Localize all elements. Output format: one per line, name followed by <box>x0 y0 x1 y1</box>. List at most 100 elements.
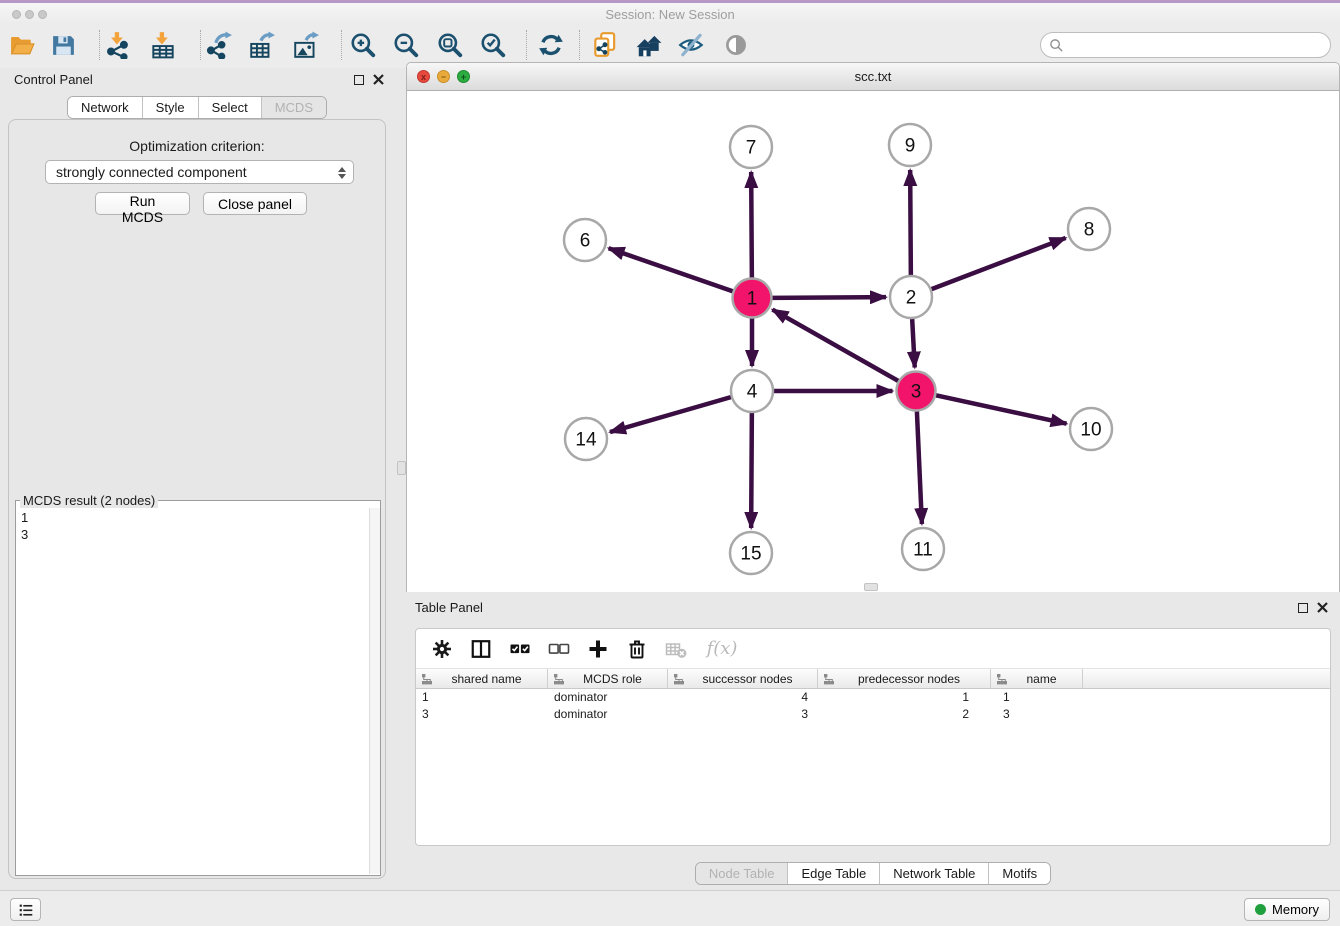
show-columns-button[interactable] <box>469 637 493 661</box>
search-input[interactable] <box>1069 35 1322 55</box>
export-table-icon <box>248 31 276 59</box>
tab-node-table[interactable]: Node Table <box>696 863 788 884</box>
tab-style[interactable]: Style <box>142 97 198 118</box>
table-cell-name[interactable]: 3 <box>991 706 1083 723</box>
show-all-button[interactable] <box>719 28 753 62</box>
delete-columns-button[interactable] <box>625 637 649 661</box>
create-column-button[interactable] <box>586 637 610 661</box>
run-mcds-button[interactable]: Run MCDS <box>95 192 190 215</box>
close-panel-button[interactable]: Close panel <box>203 192 307 215</box>
node-4[interactable]: 4 <box>731 370 773 412</box>
table-cell-successor-nodes[interactable]: 4 <box>668 689 818 706</box>
zoom-selected-button[interactable] <box>476 28 510 62</box>
clone-network-button[interactable] <box>588 28 622 62</box>
horizontal-splitter-handle[interactable] <box>864 583 878 591</box>
control-panel-float-button[interactable] <box>354 75 364 85</box>
export-network-button[interactable] <box>202 28 236 62</box>
application-window: { "app": { "title": "Session: New Sessio… <box>0 0 1340 926</box>
column-header-predecessor-nodes[interactable]: predecessor nodes <box>818 669 991 688</box>
save-session-button[interactable] <box>46 28 80 62</box>
network-zoom-button[interactable]: + <box>457 70 470 83</box>
edge-3-10[interactable] <box>936 395 1067 423</box>
first-neighbors-button[interactable] <box>632 28 666 62</box>
unselect-all-columns-button[interactable] <box>547 637 571 661</box>
import-table-button[interactable] <box>146 28 180 62</box>
network-canvas[interactable]: 7 9 6 8 1 2 4 3 14 10 15 11 <box>407 91 1339 592</box>
column-header-MCDS-role[interactable]: MCDS role <box>548 669 668 688</box>
node-11[interactable]: 11 <box>902 528 944 570</box>
table-cell-MCDS-role[interactable]: dominator <box>548 706 668 723</box>
column-header-name[interactable]: name <box>991 669 1083 688</box>
unchecked-boxes-icon <box>547 637 571 661</box>
delete-table-button[interactable] <box>664 637 688 661</box>
table-row[interactable]: 1dominator411 <box>416 689 1330 706</box>
import-network-button[interactable] <box>101 28 135 62</box>
export-image-button[interactable] <box>289 28 323 62</box>
memory-button[interactable]: Memory <box>1244 898 1330 921</box>
result-scrollbar[interactable] <box>369 508 380 874</box>
node-3[interactable]: 3 <box>897 372 936 411</box>
node-7[interactable]: 7 <box>730 126 772 168</box>
node-6[interactable]: 6 <box>564 219 606 261</box>
network-close-button[interactable]: x <box>417 70 430 83</box>
select-all-columns-button[interactable] <box>508 637 532 661</box>
vertical-splitter-handle[interactable] <box>397 461 406 475</box>
tab-network-table[interactable]: Network Table <box>879 863 988 884</box>
edge-3-11[interactable] <box>917 411 922 524</box>
optimization-criterion-dropdown[interactable]: strongly connected component <box>45 160 354 184</box>
tab-mcds[interactable]: MCDS <box>261 97 326 118</box>
node-14[interactable]: 14 <box>565 418 607 460</box>
tab-edge-table[interactable]: Edge Table <box>787 863 879 884</box>
column-type-icon <box>823 673 835 685</box>
status-menu-button[interactable] <box>10 898 41 921</box>
function-builder-button[interactable]: f(x) <box>703 637 741 661</box>
node-table: f(x) shared nameMCDS rolesuccessor nodes… <box>415 628 1331 846</box>
column-header-successor-nodes[interactable]: successor nodes <box>668 669 818 688</box>
table-cell-shared-name[interactable]: 1 <box>416 689 548 706</box>
toolbar-separator <box>526 30 527 60</box>
control-panel-close-button[interactable] <box>373 74 384 85</box>
node-8[interactable]: 8 <box>1068 208 1110 250</box>
table-panel-title: Table Panel <box>415 600 483 615</box>
zoom-in-button[interactable] <box>346 28 380 62</box>
edge-1-7[interactable] <box>751 172 752 278</box>
table-panel-close-button[interactable] <box>1317 602 1328 613</box>
table-toolbar: f(x) <box>416 629 1330 669</box>
tab-select[interactable]: Select <box>198 97 261 118</box>
edge-4-14[interactable] <box>610 397 731 432</box>
edge-1-2[interactable] <box>772 297 886 298</box>
column-header-shared-name[interactable]: shared name <box>416 669 548 688</box>
edge-4-15[interactable] <box>751 413 752 528</box>
table-cell-shared-name[interactable]: 3 <box>416 706 548 723</box>
node-1[interactable]: 1 <box>733 279 772 318</box>
zoom-out-button[interactable] <box>389 28 423 62</box>
edge-2-3[interactable] <box>912 319 915 368</box>
table-cell-MCDS-role[interactable]: dominator <box>548 689 668 706</box>
export-table-button[interactable] <box>245 28 279 62</box>
table-cell-predecessor-nodes[interactable]: 1 <box>818 689 991 706</box>
app-title-bar: Session: New Session <box>0 0 1340 22</box>
table-options-button[interactable] <box>430 637 454 661</box>
node-2[interactable]: 2 <box>890 276 932 318</box>
node-15[interactable]: 15 <box>730 532 772 574</box>
node-10[interactable]: 10 <box>1070 408 1112 450</box>
node-9[interactable]: 9 <box>889 124 931 166</box>
table-row[interactable]: 3dominator323 <box>416 706 1330 723</box>
tab-motifs[interactable]: Motifs <box>988 863 1050 884</box>
refresh-view-button[interactable] <box>534 28 568 62</box>
table-cell-predecessor-nodes[interactable]: 2 <box>818 706 991 723</box>
tab-network[interactable]: Network <box>68 97 142 118</box>
table-panel-float-button[interactable] <box>1298 603 1308 613</box>
network-minimize-button[interactable]: − <box>437 70 450 83</box>
open-file-button[interactable] <box>5 28 39 62</box>
table-cell-successor-nodes[interactable]: 3 <box>668 706 818 723</box>
hide-selected-button[interactable] <box>675 28 709 62</box>
edge-1-6[interactable] <box>609 248 733 291</box>
zoom-fit-button[interactable] <box>433 28 467 62</box>
edge-2-8[interactable] <box>932 238 1066 289</box>
table-cell-name[interactable]: 1 <box>991 689 1083 706</box>
edge-3-1[interactable] <box>772 310 898 381</box>
edge-2-9[interactable] <box>910 170 911 275</box>
open-folder-icon <box>9 32 36 59</box>
float-icon <box>354 75 364 85</box>
